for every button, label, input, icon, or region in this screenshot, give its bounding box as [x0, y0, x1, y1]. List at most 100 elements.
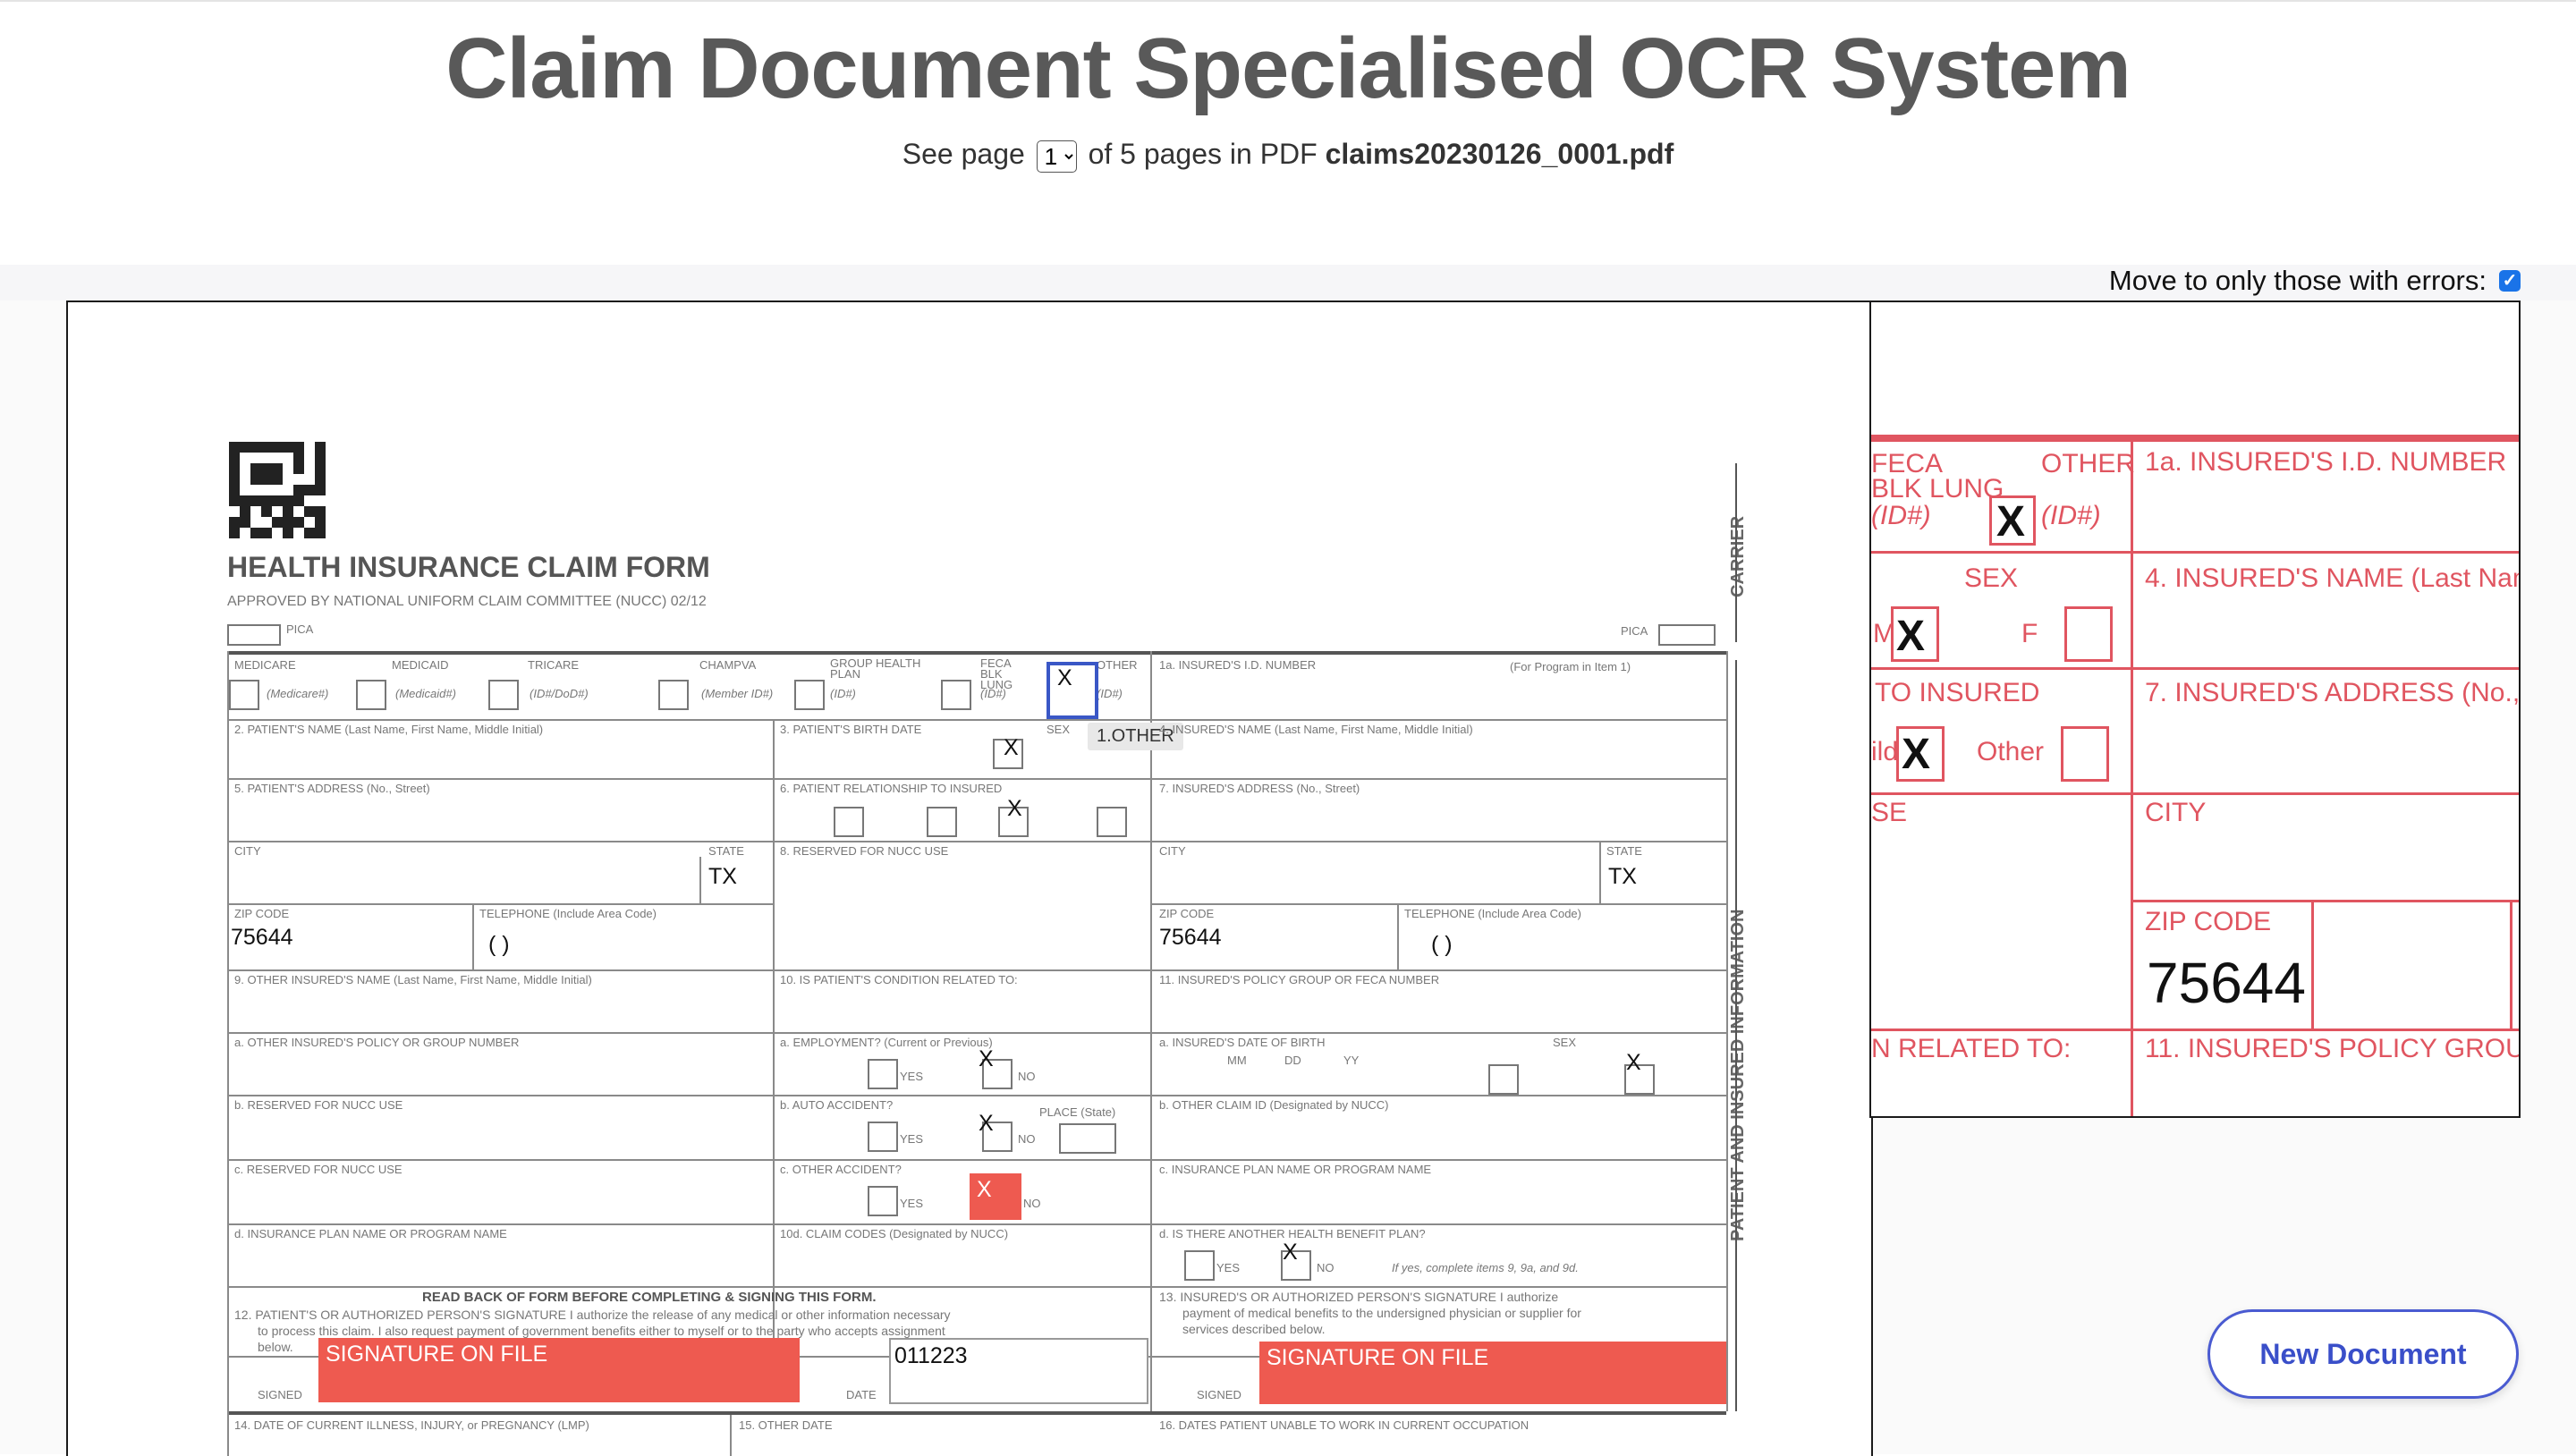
checkbox-employment-yes[interactable] — [868, 1059, 898, 1089]
qr-module — [261, 463, 272, 474]
patient-state-value[interactable]: TX — [708, 864, 737, 890]
zoom-f: F — [2021, 619, 2038, 648]
checkbox-medicaid[interactable] — [356, 680, 386, 710]
checkbox-dob-m[interactable] — [1488, 1064, 1519, 1095]
row-line-6 — [227, 1032, 1726, 1034]
label-claim-codes: 10d. CLAIM CODES (Designated by NUCC) — [780, 1227, 1009, 1240]
col-line-left — [227, 651, 229, 1456]
qr-module — [304, 506, 315, 517]
qr-module — [229, 442, 240, 453]
col-line-mid2 — [1150, 651, 1152, 1411]
mark-other-accident-no: X — [977, 1177, 992, 1202]
checkbox-auto-yes[interactable] — [868, 1122, 898, 1152]
zoom-se: SE — [1871, 798, 1908, 827]
page-select[interactable]: 1 — [1036, 140, 1077, 173]
new-document-button[interactable]: New Document — [2207, 1309, 2519, 1399]
zoom-related: N RELATED TO: — [1871, 1034, 2072, 1063]
plan-champva: CHAMPVA — [699, 658, 757, 672]
checkbox-group[interactable] — [794, 680, 825, 710]
pica-boxes-right — [1658, 624, 1716, 646]
checkbox-other-accident-yes[interactable] — [868, 1186, 898, 1216]
qr-module — [272, 453, 283, 463]
zoom-insured-address: 7. INSURED'S ADDRESS (No., St — [2145, 678, 2521, 707]
checkbox-medicare[interactable] — [229, 680, 259, 710]
zoom-other: OTHER — [2041, 449, 2135, 478]
insured-state-value[interactable]: TX — [1608, 864, 1637, 890]
insured-state-divider — [1599, 841, 1601, 903]
zoom-id2: (ID#) — [2041, 501, 2101, 530]
qr-module — [261, 485, 272, 495]
label-d-plan-name: d. INSURANCE PLAN NAME OR PROGRAM NAME — [234, 1227, 507, 1240]
plan-id-group: (ID#) — [830, 687, 856, 700]
pica-boxes-left — [227, 624, 281, 646]
qr-module — [261, 506, 272, 517]
col-line-mid1 — [773, 719, 775, 1356]
zoom-id1: (ID#) — [1871, 501, 1931, 530]
zoom-vertical-rule — [2131, 435, 2133, 1116]
label-condition: 10. IS PATIENT'S CONDITION RELATED TO: — [780, 973, 1018, 986]
error-signature-13[interactable]: SIGNATURE ON FILE — [1259, 1342, 1726, 1404]
date-12-value[interactable]: 011223 — [894, 1343, 968, 1369]
error-signature-12[interactable]: SIGNATURE ON FILE — [318, 1338, 800, 1402]
label-other-policy: a. OTHER INSURED'S POLICY OR GROUP NUMBE… — [234, 1036, 520, 1049]
qr-module — [250, 463, 261, 474]
qr-module — [315, 485, 326, 495]
patient-zip-value[interactable]: 75644 — [231, 925, 293, 951]
mark-other: X — [1057, 665, 1072, 690]
label-for-program: (For Program in Item 1) — [1510, 660, 1631, 673]
insured-zip-value[interactable]: 75644 — [1159, 925, 1222, 951]
checkbox-other-rel[interactable] — [1097, 807, 1127, 837]
qr-module — [229, 528, 240, 538]
label-city: CITY — [234, 844, 261, 858]
place-state-input[interactable] — [1059, 1123, 1116, 1154]
plan-id-medicaid: (Medicaid#) — [395, 687, 456, 700]
qr-module — [240, 442, 250, 453]
qr-module — [283, 442, 293, 453]
checkbox-spouse[interactable] — [927, 807, 957, 837]
dob-yy: YY — [1343, 1054, 1360, 1067]
error-other-accident-no[interactable]: X — [970, 1173, 1021, 1220]
checkbox-champva[interactable] — [658, 680, 689, 710]
qr-module — [250, 453, 261, 463]
state-divider — [699, 857, 701, 903]
zoom-city: CITY — [2145, 798, 2207, 827]
qr-module — [272, 463, 283, 474]
checkbox-tricare[interactable] — [488, 680, 519, 710]
label-patient-address: 5. PATIENT'S ADDRESS (No., Street) — [234, 782, 430, 795]
patient-phone-value[interactable]: ( ) — [488, 932, 510, 958]
zoom-rule-3 — [1871, 792, 2519, 795]
sig13-text-c: services described below. — [1182, 1322, 1326, 1336]
qr-module — [293, 474, 304, 485]
qr-module — [283, 528, 293, 538]
label-patient-name: 2. PATIENT'S NAME (Last Name, First Name… — [234, 723, 544, 736]
insured-phone-value[interactable]: ( ) — [1431, 932, 1453, 958]
top-divider — [0, 0, 2576, 2]
checkbox-another-yes[interactable] — [1184, 1250, 1215, 1281]
checkbox-self[interactable] — [834, 807, 864, 837]
side-label: PATIENT AND INSURED INFORMATION — [1728, 909, 1748, 1241]
signed-label-12: SIGNED — [258, 1388, 302, 1401]
row-line-1 — [227, 719, 1726, 721]
zoom-child-mark: X — [1902, 731, 1931, 778]
row-line-2 — [227, 778, 1726, 780]
side-arrow — [1735, 660, 1737, 1411]
document-viewer[interactable]: HEALTH INSURANCE CLAIM FORM APPROVED BY … — [66, 301, 1873, 1456]
label-policy-group: 11. INSURED'S POLICY GROUP OR FECA NUMBE… — [1159, 973, 1440, 986]
error-filter-toggle[interactable]: Move to only those with errors: ✓ — [2109, 265, 2521, 297]
zoom-zip: ZIP CODE — [2145, 907, 2272, 936]
label-insured-id: 1a. INSURED'S I.D. NUMBER — [1159, 658, 1317, 672]
qr-module — [250, 528, 261, 538]
qr-module — [229, 495, 240, 506]
qr-module — [250, 485, 261, 495]
qr-module — [240, 528, 250, 538]
plan-feca: FECA BLK LUNG — [980, 656, 1013, 691]
zoom-zip-top — [2131, 900, 2519, 902]
qr-module — [229, 506, 240, 517]
checkbox-feca[interactable] — [941, 680, 971, 710]
error-filter-checkbox[interactable]: ✓ — [2499, 270, 2521, 292]
form-title: HEALTH INSURANCE CLAIM FORM — [227, 551, 710, 583]
zoom-m-mark: X — [1896, 613, 1926, 660]
label-birth-date: 3. PATIENT'S BIRTH DATE — [780, 723, 922, 736]
qr-module — [261, 442, 272, 453]
checkbox-other-highlight[interactable] — [1046, 662, 1098, 719]
